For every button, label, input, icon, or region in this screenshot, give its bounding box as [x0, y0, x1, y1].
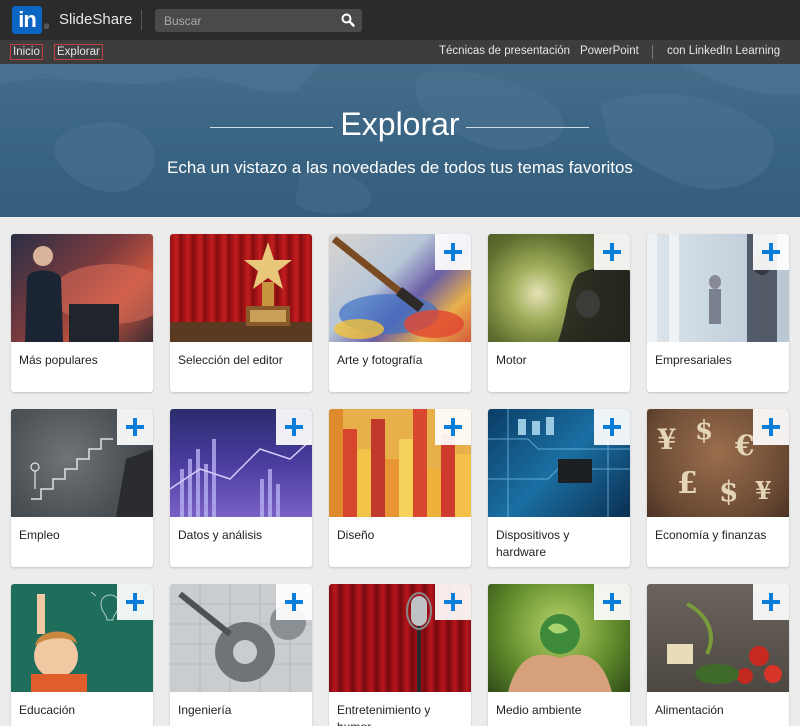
- card-thumbnail: [11, 234, 153, 342]
- card-label: Ingeniería: [178, 703, 232, 717]
- nav-bar: Inicio Explorar Técnicas de presentación…: [0, 40, 800, 64]
- follow-plus-icon[interactable]: [753, 234, 789, 270]
- nav-linkedin-learning[interactable]: con LinkedIn Learning: [667, 45, 780, 57]
- svg-text:¥: ¥: [755, 476, 772, 505]
- card-label: Dispositivos y hardware: [496, 528, 570, 559]
- card-label: Diseño: [337, 528, 375, 542]
- category-card[interactable]: Educación: [11, 584, 153, 726]
- follow-plus-icon[interactable]: [435, 234, 471, 270]
- category-card[interactable]: Empresariales: [647, 234, 789, 392]
- divider: [141, 10, 142, 30]
- page-subtitle: Echa un vistazo a las novedades de todos…: [167, 158, 633, 177]
- follow-plus-icon[interactable]: [753, 409, 789, 445]
- follow-plus-icon[interactable]: [594, 584, 630, 620]
- category-card[interactable]: Más populares: [11, 234, 153, 392]
- search-box: [155, 9, 362, 32]
- category-card[interactable]: Alimentación: [647, 584, 789, 726]
- follow-plus-icon[interactable]: [117, 409, 153, 445]
- follow-plus-icon[interactable]: [435, 584, 471, 620]
- category-card[interactable]: Empleo: [11, 409, 153, 567]
- nav-powerpoint[interactable]: PowerPoint: [580, 45, 639, 57]
- category-card[interactable]: Medio ambiente: [488, 584, 630, 726]
- category-card[interactable]: Entretenimiento y humor: [329, 584, 471, 726]
- card-label: Motor: [496, 353, 527, 367]
- follow-plus-icon[interactable]: [276, 584, 312, 620]
- card-label: Selección del editor: [178, 353, 283, 367]
- registered-mark: ®: [44, 24, 50, 31]
- category-card[interactable]: ¥ $ € £ $ ¥ Economía y finanzas: [647, 409, 789, 567]
- svg-text:$: $: [695, 416, 713, 446]
- card-label: Arte y fotografía: [337, 353, 423, 367]
- card-label: Empleo: [19, 528, 60, 542]
- card-label: Entretenimiento y humor: [337, 703, 431, 726]
- category-card[interactable]: Selección del editor: [170, 234, 312, 392]
- page-title: Explorar: [340, 106, 460, 142]
- category-card[interactable]: Dispositivos y hardware: [488, 409, 630, 567]
- search-icon[interactable]: [341, 13, 355, 27]
- hero-banner: Explorar Echa un vistazo a las novedades…: [0, 64, 800, 217]
- follow-plus-icon[interactable]: [753, 584, 789, 620]
- svg-text:$: $: [719, 475, 738, 508]
- follow-plus-icon[interactable]: [276, 409, 312, 445]
- nav-tecnicas[interactable]: Técnicas de presentación: [439, 45, 570, 57]
- category-card[interactable]: Arte y fotografía: [329, 234, 471, 392]
- linkedin-logo[interactable]: in: [12, 6, 42, 34]
- svg-text:£: £: [677, 466, 698, 501]
- card-thumbnail: [170, 234, 312, 342]
- card-label: Economía y finanzas: [655, 528, 767, 542]
- card-label: Medio ambiente: [496, 703, 582, 717]
- category-card[interactable]: Datos y análisis: [170, 409, 312, 567]
- card-label: Empresariales: [655, 353, 732, 367]
- card-label: Más populares: [19, 353, 98, 367]
- top-bar: in ® SlideShare: [0, 0, 800, 40]
- search-input[interactable]: [155, 9, 335, 32]
- card-label: Alimentación: [655, 703, 724, 717]
- follow-plus-icon[interactable]: [435, 409, 471, 445]
- card-label: Educación: [19, 703, 76, 717]
- svg-text:¥: ¥: [657, 423, 676, 456]
- follow-plus-icon[interactable]: [594, 409, 630, 445]
- category-card[interactable]: Ingeniería: [170, 584, 312, 726]
- svg-text:€: €: [734, 429, 754, 462]
- divider: [652, 45, 653, 59]
- card-label: Datos y análisis: [178, 528, 263, 542]
- category-card[interactable]: Motor: [488, 234, 630, 392]
- brand-name[interactable]: SlideShare: [59, 11, 132, 28]
- category-card[interactable]: Diseño: [329, 409, 471, 567]
- nav-explorar[interactable]: Explorar: [54, 44, 103, 60]
- follow-plus-icon[interactable]: [594, 234, 630, 270]
- nav-inicio[interactable]: Inicio: [10, 44, 43, 60]
- follow-plus-icon[interactable]: [117, 584, 153, 620]
